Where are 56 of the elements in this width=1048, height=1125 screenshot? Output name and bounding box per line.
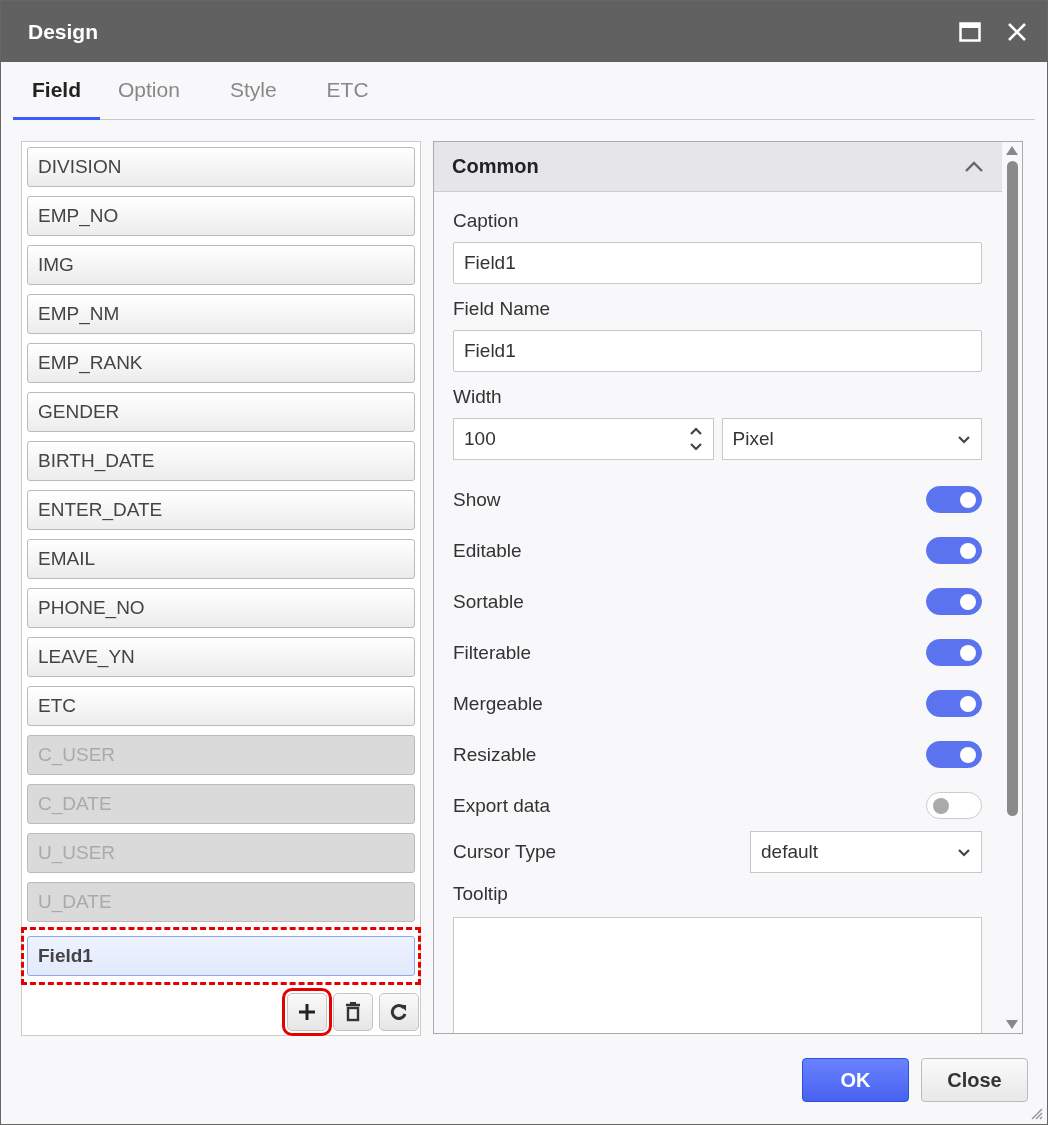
toggle-switch[interactable] <box>926 639 982 666</box>
toggle-label: Filterable <box>453 641 532 664</box>
chevron-down-icon <box>957 434 971 444</box>
toggle-label: Editable <box>453 539 522 562</box>
toggle-switch[interactable] <box>926 792 982 819</box>
field-item[interactable]: Field1 <box>27 936 415 976</box>
field-item[interactable]: DIVISION <box>27 147 415 187</box>
field-label: Field Name <box>453 298 552 320</box>
field-label: Tooltip <box>453 883 509 905</box>
field-item[interactable]: EMP_NO <box>27 196 415 236</box>
section-header[interactable]: Common <box>434 142 1002 192</box>
text-field[interactable]: Field1 <box>453 330 982 372</box>
close-button[interactable]: Close <box>921 1058 1028 1102</box>
field-item[interactable]: BIRTH_DATE <box>27 441 415 481</box>
delete-button[interactable] <box>333 993 373 1031</box>
toggle-switch[interactable] <box>926 537 982 564</box>
field-item[interactable]: IMG <box>27 245 415 285</box>
window-title: Design <box>28 19 99 44</box>
field-item[interactable]: EMP_NM <box>27 294 415 334</box>
toggle-label: Show <box>453 488 501 511</box>
resize-grip-icon[interactable] <box>1029 1106 1043 1120</box>
field-label: Width <box>453 386 503 408</box>
field-item[interactable]: EMP_RANK <box>27 343 415 383</box>
scroll-up-icon[interactable] <box>1006 146 1018 155</box>
field-item[interactable]: GENDER <box>27 392 415 432</box>
field-label: Cursor Type <box>453 841 557 863</box>
toggle-switch[interactable] <box>926 741 982 768</box>
cursor-dropdown[interactable]: default <box>750 831 982 873</box>
ok-button[interactable]: OK <box>802 1058 909 1102</box>
field-item[interactable]: EMAIL <box>27 539 415 579</box>
toggle-label: Export data <box>453 794 551 817</box>
toggle-switch[interactable] <box>926 588 982 615</box>
unit-dropdown[interactable]: Pixel <box>721 418 982 460</box>
section-title: Common <box>452 155 540 178</box>
chevron-up-icon <box>964 160 984 173</box>
toggle-label: Mergeable <box>453 692 543 715</box>
chevron-down-icon <box>957 847 971 857</box>
field-item[interactable]: ETC <box>27 686 415 726</box>
field-label: Caption <box>453 210 520 232</box>
tab[interactable]: Field <box>13 62 100 120</box>
refresh-button[interactable] <box>379 993 419 1031</box>
tooltip-field[interactable] <box>453 917 982 1033</box>
refresh-icon <box>389 1002 409 1022</box>
scroll-down-icon[interactable] <box>1006 1020 1018 1029</box>
field-item[interactable]: LEAVE_YN <box>27 637 415 677</box>
scrollbar-thumb[interactable] <box>1006 161 1018 816</box>
toggle-switch[interactable] <box>926 690 982 717</box>
trash-icon <box>345 1002 361 1022</box>
text-field[interactable]: Field1 <box>453 242 982 284</box>
field-item[interactable]: PHONE_NO <box>27 588 415 628</box>
number-field[interactable]: 100 <box>453 418 714 460</box>
plus-icon <box>297 1002 317 1022</box>
toggle-label: Resizable <box>453 743 537 766</box>
toggle-label: Sortable <box>453 590 524 613</box>
field-item[interactable]: ENTER_DATE <box>27 490 415 530</box>
toggle-switch[interactable] <box>926 486 982 513</box>
